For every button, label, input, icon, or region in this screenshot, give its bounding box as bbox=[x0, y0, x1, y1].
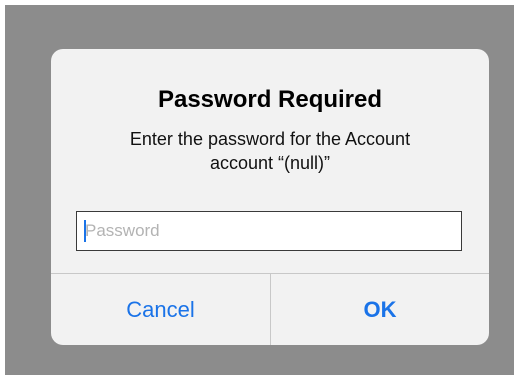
dialog-title: Password Required bbox=[157, 86, 383, 113]
text-caret bbox=[84, 220, 86, 242]
cancel-button[interactable]: Cancel bbox=[51, 274, 270, 345]
password-alert-dialog: Password Required Enter the password for… bbox=[51, 49, 489, 345]
dialog-message-line-1: Enter the password for the Account bbox=[129, 129, 411, 149]
ok-button[interactable]: OK bbox=[271, 274, 489, 345]
password-input[interactable] bbox=[76, 211, 462, 251]
dialog-message-line-2: account “(null)” bbox=[209, 153, 331, 173]
dialog-message: Enter the password for the Account accou… bbox=[81, 127, 459, 175]
